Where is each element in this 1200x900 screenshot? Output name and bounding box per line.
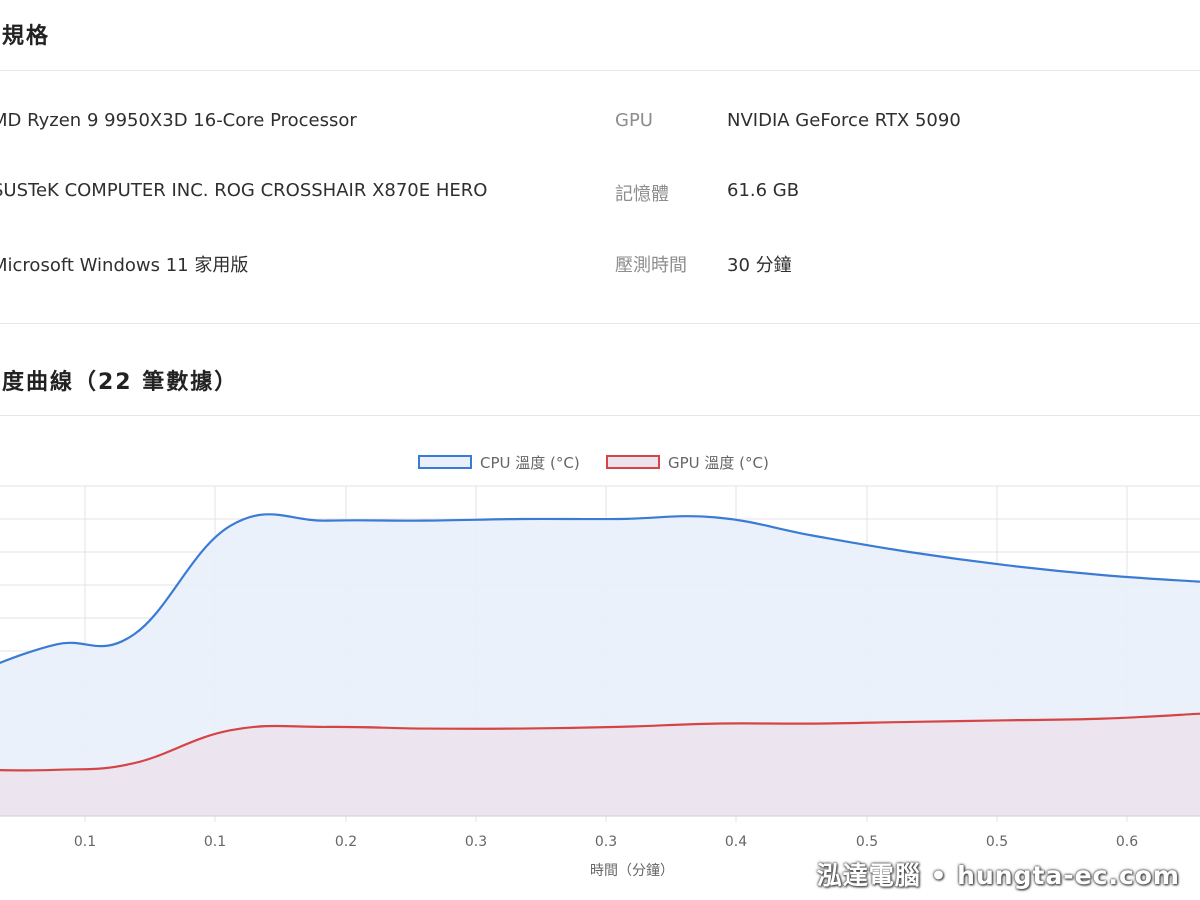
x-tick-label: 0.3: [595, 834, 617, 850]
x-tick-label: 0.4: [725, 834, 747, 850]
x-tick-label: 0.1: [74, 834, 96, 850]
x-tick-label: 0.1: [204, 834, 226, 850]
temperature-chart: 0.1 0.1 0.2 0.3 0.3 0.4 0.5 0.5 0.6: [0, 485, 1200, 850]
x-tick-label: 0.5: [986, 834, 1008, 850]
x-tick-label: 0.6: [1116, 834, 1138, 850]
x-axis-label: 時間（分鐘）: [590, 863, 674, 879]
site-watermark: 泓達電腦 • hungta-ec.com: [816, 861, 1180, 890]
x-tick-label: 0.3: [465, 834, 487, 850]
x-tick-label: 0.2: [335, 834, 357, 850]
x-tick-label: 0.5: [856, 834, 878, 850]
